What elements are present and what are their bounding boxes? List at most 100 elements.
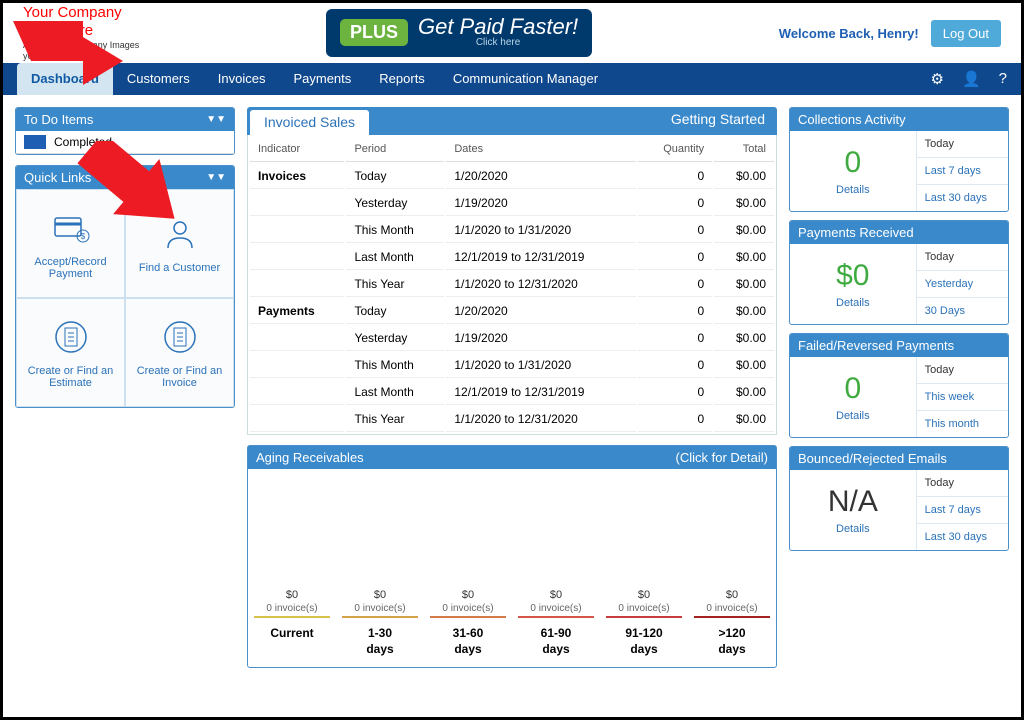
cell-period: This Month (346, 353, 444, 378)
cell-dates: 1/19/2020 (446, 191, 636, 216)
gear-icon[interactable]: ⚙ (931, 70, 944, 88)
cell-qty: 0 (638, 164, 712, 189)
aging-bucket[interactable]: $00 invoice(s)61-90days (512, 589, 600, 667)
stat-details-link[interactable]: Details (836, 523, 870, 535)
help-icon[interactable]: ? (999, 70, 1007, 88)
user-icon[interactable]: 👤 (962, 70, 981, 88)
stat-card: Bounced/Rejected EmailsN/ADetailsTodayLa… (789, 446, 1009, 551)
annotation-arrow-2 (71, 141, 181, 241)
stat-period-link[interactable]: Today (917, 470, 1008, 497)
aging-bucket[interactable]: $00 invoice(s)>120days (688, 589, 776, 667)
cell-dates: 12/1/2019 to 12/31/2019 (446, 380, 636, 405)
stat-value: 0 (844, 146, 861, 180)
annotation-arrow-1 (13, 21, 123, 101)
stat-period-link[interactable]: Last 30 days (917, 185, 1008, 211)
cell-total: $0.00 (714, 407, 774, 432)
todo-header[interactable]: To Do Items ▼▼ (16, 108, 234, 131)
stat-details-link[interactable]: Details (836, 184, 870, 196)
aging-label: Current (248, 618, 336, 652)
aging-amount: $0 (512, 589, 600, 601)
aging-bucket[interactable]: $00 invoice(s)1-30days (336, 589, 424, 667)
aging-count: 0 invoice(s) (606, 601, 682, 618)
cell-indicator (250, 353, 344, 378)
nav-customers[interactable]: Customers (113, 63, 204, 95)
cell-qty: 0 (638, 407, 712, 432)
cell-qty: 0 (638, 272, 712, 297)
stat-period-link[interactable]: This month (917, 411, 1008, 437)
cell-qty: 0 (638, 353, 712, 378)
table-row[interactable]: This Year1/1/2020 to 12/31/20200$0.00 (250, 272, 774, 297)
quicklink-label: Accept/Record Payment (23, 256, 118, 280)
aging-title: Aging Receivables (256, 450, 364, 465)
stat-period-link[interactable]: Today (917, 244, 1008, 271)
logout-button[interactable]: Log Out (931, 20, 1001, 47)
cell-total: $0.00 (714, 191, 774, 216)
getting-started-link[interactable]: Getting Started (659, 107, 777, 135)
stat-details-link[interactable]: Details (836, 297, 870, 309)
cell-total: $0.00 (714, 353, 774, 378)
nav-payments[interactable]: Payments (279, 63, 365, 95)
cell-qty: 0 (638, 326, 712, 351)
aging-bucket[interactable]: $00 invoice(s)31-60days (424, 589, 512, 667)
table-row[interactable]: Last Month12/1/2019 to 12/31/20190$0.00 (250, 245, 774, 270)
stat-period-link[interactable]: 30 Days (917, 298, 1008, 324)
nav-invoices[interactable]: Invoices (204, 63, 280, 95)
table-header: Dates (446, 137, 636, 162)
table-row[interactable]: Last Month12/1/2019 to 12/31/20190$0.00 (250, 380, 774, 405)
quicklink-invoice[interactable]: Create or Find an Invoice (125, 298, 234, 407)
quicklink-estimate[interactable]: Create or Find an Estimate (16, 298, 125, 407)
aging-receivables-panel[interactable]: Aging Receivables (Click for Detail) $00… (247, 445, 777, 668)
nav-communication-manager[interactable]: Communication Manager (439, 63, 612, 95)
document-icon (51, 317, 91, 357)
plus-badge: PLUS (340, 19, 408, 46)
cell-period: This Year (346, 272, 444, 297)
welcome-text: Welcome Back, Henry! (779, 26, 919, 41)
table-row[interactable]: This Year1/1/2020 to 12/31/20200$0.00 (250, 407, 774, 432)
stat-card: Collections Activity0DetailsTodayLast 7 … (789, 107, 1009, 212)
aging-label: 31-60days (424, 618, 512, 667)
cell-dates: 1/19/2020 (446, 326, 636, 351)
stat-period-link[interactable]: Today (917, 131, 1008, 158)
aging-bucket[interactable]: $00 invoice(s)Current (248, 589, 336, 667)
aging-count: 0 invoice(s) (342, 601, 418, 618)
table-row[interactable]: InvoicesToday1/20/20200$0.00 (250, 164, 774, 189)
todo-title: To Do Items (24, 112, 93, 127)
cell-total: $0.00 (714, 218, 774, 243)
aging-count: 0 invoice(s) (254, 601, 330, 618)
stat-period-link[interactable]: Last 7 days (917, 158, 1008, 185)
plus-sub-text: Click here (418, 38, 578, 49)
plus-promo-banner[interactable]: PLUS Get Paid Faster! Click here (326, 9, 592, 57)
stat-value: 0 (844, 372, 861, 406)
cell-total: $0.00 (714, 326, 774, 351)
stat-period-link[interactable]: Last 30 days (917, 524, 1008, 550)
cell-period: Last Month (346, 380, 444, 405)
cell-period: Yesterday (346, 191, 444, 216)
quicklink-label: Create or Find an Invoice (132, 365, 227, 389)
stat-details-link[interactable]: Details (836, 410, 870, 422)
cell-dates: 1/1/2020 to 12/31/2020 (446, 407, 636, 432)
invoiced-sales-panel: Invoiced Sales Getting Started Indicator… (247, 107, 777, 435)
cell-indicator (250, 245, 344, 270)
stat-period-link[interactable]: Yesterday (917, 271, 1008, 298)
cell-indicator (250, 380, 344, 405)
stat-header: Payments Received (790, 221, 1008, 244)
nav-reports[interactable]: Reports (365, 63, 439, 95)
aging-count: 0 invoice(s) (430, 601, 506, 618)
tab-invoiced-sales[interactable]: Invoiced Sales (250, 110, 369, 135)
cell-total: $0.00 (714, 245, 774, 270)
table-row[interactable]: Yesterday1/19/20200$0.00 (250, 326, 774, 351)
table-row[interactable]: Yesterday1/19/20200$0.00 (250, 191, 774, 216)
stat-period-link[interactable]: This week (917, 384, 1008, 411)
cell-dates: 12/1/2019 to 12/31/2019 (446, 245, 636, 270)
stat-period-link[interactable]: Today (917, 357, 1008, 384)
cell-indicator (250, 407, 344, 432)
aging-bucket[interactable]: $00 invoice(s)91-120days (600, 589, 688, 667)
aging-amount: $0 (600, 589, 688, 601)
logo-line1: Your Company (23, 4, 139, 22)
stat-period-link[interactable]: Last 7 days (917, 497, 1008, 524)
quicklink-label: Find a Customer (139, 262, 220, 274)
table-row[interactable]: PaymentsToday1/20/20200$0.00 (250, 299, 774, 324)
table-row[interactable]: This Month1/1/2020 to 1/31/20200$0.00 (250, 218, 774, 243)
cell-indicator (250, 218, 344, 243)
table-row[interactable]: This Month1/1/2020 to 1/31/20200$0.00 (250, 353, 774, 378)
